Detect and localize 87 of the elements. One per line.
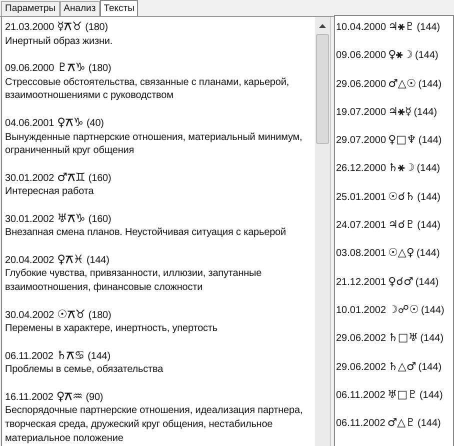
date-text: 19.07.2000 [336,106,386,119]
date-text: 06.11.2002 [336,417,386,430]
orb-text: (144) [418,417,441,430]
orb-text: (160) [88,212,112,226]
orb-text: (144) [414,49,438,62]
aspect-symbols: ♂△♇ [387,417,416,428]
orb-text: (180) [88,308,112,322]
scrollbar[interactable] [315,17,330,446]
orb-text: (144) [417,219,441,232]
aspect-symbols: ♀□♆ [388,134,416,146]
aspect-symbols: ♀⚻♒ [56,390,83,402]
aspect-symbols: ☉☌♄ [388,190,416,202]
aspect-symbols: ☿⚻♉ [57,21,82,32]
description-text: Внезапная смена планов. Неустойчивая ситуация с карьерой [5,226,286,240]
description-text: Перемены в характере, инертность, упертость [5,322,218,336]
aspect-symbols: ♄△♂ [388,360,416,372]
date-text: 09.06.2000 [5,62,54,76]
date-text: 30.01.2002 [5,212,54,226]
aspect-symbols: ♃☌♇ [388,219,416,230]
tab[interactable]: Тексты [100,0,138,16]
aspect-symbols: ♀⚻♑ [57,116,84,128]
orb-text: (144) [416,21,440,34]
orb-text: (144) [416,162,440,176]
orb-text: (144) [418,78,442,91]
date-text: 21.03.2000 [5,21,54,35]
date-text: 29.06.2002 [336,360,386,374]
orb-text: (144) [420,304,444,317]
description-text: Проблемы в семье, обязательства [5,363,164,378]
aspect-symbols: ♂△☉ [388,78,416,89]
orb-text: (144) [418,360,442,374]
tab[interactable]: Анализ [60,1,100,16]
date-text: 06.11.2002 [336,388,386,402]
date-text: 10.04.2000 [336,21,386,34]
orb-text: (144) [415,276,439,289]
date-text: 29.06.2002 [336,332,386,346]
aspect-symbols: ♄⚻♋ [56,350,85,362]
orb-text: (180) [88,62,112,76]
date-text: 03.08.2001 [336,247,386,260]
orb-text: (40) [86,116,104,131]
orb-text: (180) [85,21,108,35]
orb-text: (160) [88,172,112,186]
description-text: Вынужденные партнерские отношения, материальный минимум, ограниченный круг общения [5,130,302,158]
date-text: 20.04.2002 [5,254,54,268]
description-text: Беспорядочные партнерские отношения, идеализация партнера, творческая среда, дружеский круг общения, нестабильное материальное положение [5,404,303,446]
date-text: 26.12.2000 [336,162,386,176]
aspect-symbols: ♀⚻♓ [57,254,84,266]
aspect-symbols: ♄⚹☽ [388,162,415,174]
aspect-symbols: ♃⚹♇ [388,21,415,32]
date-text: 06.11.2002 [5,350,54,364]
aspect-symbols: ☉△♀ [388,247,414,258]
description-text: Стрессовые обстоятельства, связанные с планами, карьерой, взаимоотношениями с руководством [5,76,290,104]
orb-text: (90) [86,390,104,404]
aspect-symbols: ♂⚻♊ [57,172,86,184]
orb-text: (144) [88,350,110,364]
date-text: 30.04.2002 [5,308,54,322]
tab[interactable]: Параметры [1,1,60,16]
orb-text: (144) [86,254,110,268]
description-text: Инертный образ жизни. [5,34,113,48]
date-text: 09.06.2000 [336,49,386,62]
orb-text: (144) [414,106,438,119]
orb-text: (144) [416,247,440,260]
aspect-symbols: ☽☍☉ [388,304,419,315]
date-text: 30.01.2002 [5,172,54,186]
date-text: 24.07.2001 [336,219,386,232]
aspect-symbols: ♃⚹☿ [388,106,412,117]
aspect-symbols: ♇⚻♑ [57,62,86,74]
aspect-symbols: ♅□♇ [387,388,418,400]
date-text: 29.06.2000 [336,78,386,91]
orb-text: (144) [419,388,443,402]
scroll-thumb[interactable] [316,34,329,144]
date-text: 29.07.2000 [336,134,386,148]
orb-text: (144) [418,134,442,148]
orb-text: (144) [417,190,441,204]
aspect-symbols: ☉⚻♉ [57,308,86,320]
aspect-symbols: ♅⚻♑ [57,212,86,224]
date-text: 21.12.2001 [336,276,386,289]
date-text: 10.01.2002 [336,304,386,317]
aspect-symbols: ♀⚹☽ [388,49,413,60]
scroll-up-icon[interactable] [319,24,326,28]
aspect-symbols: ♄□♅ [388,332,418,344]
date-text: 25.01.2001 [336,190,386,204]
date-text: 04.06.2001 [5,116,54,131]
description-text: Интересная работа [5,185,94,200]
aspect-symbols: ♀☌♂ [388,276,414,287]
orb-text: (144) [420,332,444,346]
description-text: Глубокие чувства, привязанности, иллюзии, запутанные взаимоотношения, финансовые сложности [5,267,262,295]
date-text: 16.11.2002 [5,390,54,404]
